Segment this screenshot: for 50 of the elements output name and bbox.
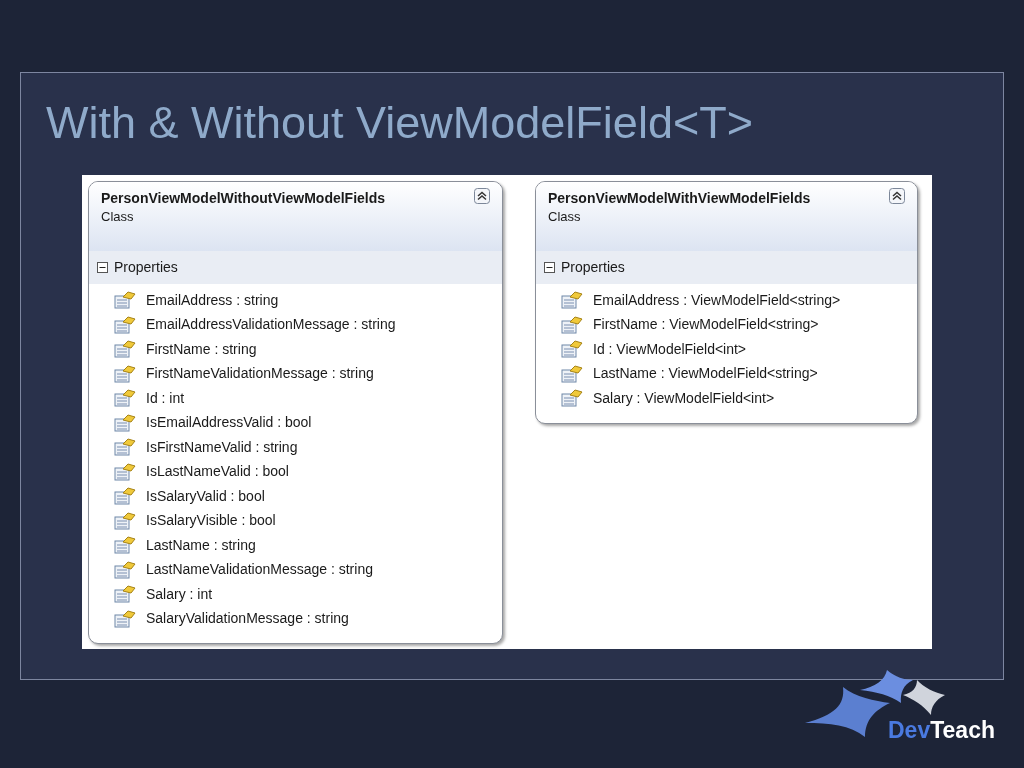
property-entry: IsSalaryVisible : bool <box>146 511 276 531</box>
property-icon <box>561 291 583 310</box>
collapse-icon[interactable] <box>889 188 905 204</box>
property-icon <box>114 609 136 628</box>
property-icon <box>114 389 136 408</box>
property-entry: LastName : string <box>146 535 256 555</box>
property-entry: Id : int <box>146 388 185 408</box>
property-entry: FirstName : string <box>146 339 257 359</box>
property-entry: IsSalaryValid : bool <box>146 486 265 506</box>
property-entry: LastName : ViewModelField<string> <box>593 364 818 384</box>
property-icon <box>114 340 136 359</box>
class-kind-label: Class <box>548 208 582 226</box>
logo-text: DevTeach <box>888 716 995 745</box>
property-entry: FirstNameValidationMessage : string <box>146 364 374 384</box>
property-entry: LastNameValidationMessage : string <box>146 560 373 580</box>
property-icon <box>114 585 136 604</box>
compartment-label: Properties <box>561 258 625 277</box>
compartment-label: Properties <box>114 258 178 277</box>
slide-title: With & Without ViewModelField<T> <box>46 96 753 150</box>
property-entry: EmailAddressValidationMessage : string <box>146 315 396 335</box>
property-entry: EmailAddress : ViewModelField<string> <box>593 290 841 310</box>
property-entry: SalaryValidationMessage : string <box>146 609 349 629</box>
property-icon <box>114 438 136 457</box>
collapse-icon[interactable] <box>474 188 490 204</box>
property-entry: IsLastNameValid : bool <box>146 462 289 482</box>
class-name: PersonViewModelWithViewModelFields <box>548 189 811 208</box>
collapse-toggle-icon[interactable] <box>97 262 108 273</box>
property-icon <box>114 291 136 310</box>
property-icon <box>114 462 136 481</box>
property-icon <box>114 487 136 506</box>
collapse-toggle-icon[interactable] <box>544 262 555 273</box>
property-icon <box>561 315 583 334</box>
class-kind-label: Class <box>101 208 135 226</box>
property-icon <box>561 364 583 383</box>
property-entry: EmailAddress : string <box>146 290 279 310</box>
property-entry: IsEmailAddressValid : bool <box>146 413 312 433</box>
property-icon <box>561 389 583 408</box>
property-entry: Salary : ViewModelField<int> <box>593 388 775 408</box>
property-entry: IsFirstNameValid : string <box>146 437 298 457</box>
property-icon <box>561 340 583 359</box>
property-icon <box>114 315 136 334</box>
property-entry: Salary : int <box>146 584 213 604</box>
property-icon <box>114 560 136 579</box>
property-icon <box>114 536 136 555</box>
property-entry: FirstName : ViewModelField<string> <box>593 315 819 335</box>
property-icon <box>114 511 136 530</box>
property-entry: Id : ViewModelField<int> <box>593 339 747 359</box>
class-name: PersonViewModelWithoutViewModelFields <box>101 189 386 208</box>
property-icon <box>114 364 136 383</box>
property-icon <box>114 413 136 432</box>
